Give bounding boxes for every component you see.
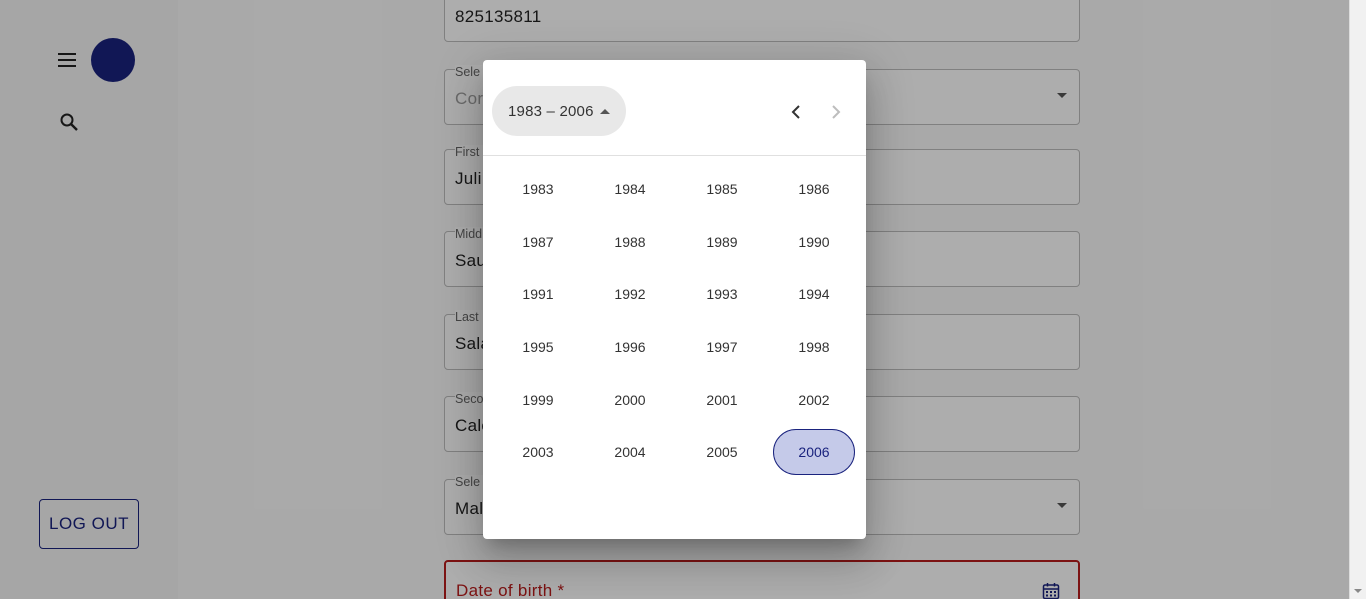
year-label: 1993 — [706, 286, 738, 303]
year-label: 2004 — [614, 444, 646, 461]
year-option-1992[interactable]: 1992 — [584, 268, 676, 321]
caret-up-icon — [599, 108, 610, 114]
year-picker-header: 1983 – 2006 — [483, 60, 866, 156]
year-label: 2000 — [614, 391, 646, 408]
year-label: 1989 — [706, 233, 738, 250]
scroll-down-icon[interactable] — [1354, 589, 1362, 593]
year-option-1994[interactable]: 1994 — [768, 268, 860, 321]
year-option-2002[interactable]: 2002 — [768, 373, 860, 426]
year-option-1997[interactable]: 1997 — [676, 321, 768, 374]
year-label: 1995 — [522, 339, 554, 356]
year-option-1984[interactable]: 1984 — [584, 163, 676, 216]
period-label: 1983 – 2006 — [508, 102, 594, 120]
year-label: 1997 — [706, 339, 738, 356]
year-option-1991[interactable]: 1991 — [492, 268, 584, 321]
year-grid: 1983 1984 1985 1986 1987 1988 1989 1990 1991 1992… — [492, 163, 860, 479]
year-option-1990[interactable]: 1990 — [768, 216, 860, 269]
year-option-1998[interactable]: 1998 — [768, 321, 860, 374]
chevron-right-icon — [832, 105, 841, 119]
year-option-1993[interactable]: 1993 — [676, 268, 768, 321]
year-option-1988[interactable]: 1988 — [584, 216, 676, 269]
year-option-1983[interactable]: 1983 — [492, 163, 584, 216]
year-label: 2006 — [773, 429, 855, 476]
year-option-1986[interactable]: 1986 — [768, 163, 860, 216]
year-option-1985[interactable]: 1985 — [676, 163, 768, 216]
year-label: 1991 — [522, 286, 554, 303]
year-option-1999[interactable]: 1999 — [492, 373, 584, 426]
year-option-1989[interactable]: 1989 — [676, 216, 768, 269]
period-toggle-button[interactable]: 1983 – 2006 — [492, 86, 626, 136]
year-label: 1984 — [614, 181, 646, 198]
year-label: 1994 — [798, 286, 830, 303]
year-option-2006[interactable]: 2006 — [768, 426, 860, 479]
year-label: 2005 — [706, 444, 738, 461]
year-label: 1999 — [522, 391, 554, 408]
year-label: 1990 — [798, 233, 830, 250]
year-label: 1998 — [798, 339, 830, 356]
year-label: 1986 — [798, 181, 830, 198]
year-option-2005[interactable]: 2005 — [676, 426, 768, 479]
next-period-button[interactable] — [816, 92, 856, 132]
year-option-2001[interactable]: 2001 — [676, 373, 768, 426]
year-label: 1985 — [706, 181, 738, 198]
year-label: 2001 — [706, 391, 738, 408]
year-label: 1988 — [614, 233, 646, 250]
year-picker-dialog: 1983 – 2006 1983 1984 1985 1986 1987 1988 1989… — [483, 60, 866, 539]
year-label: 1992 — [614, 286, 646, 303]
year-option-1996[interactable]: 1996 — [584, 321, 676, 374]
year-label: 2003 — [522, 444, 554, 461]
page-scrollbar[interactable] — [1349, 0, 1366, 599]
year-label: 1996 — [614, 339, 646, 356]
year-option-1987[interactable]: 1987 — [492, 216, 584, 269]
year-label: 1983 — [522, 181, 554, 198]
year-label: 2002 — [798, 391, 830, 408]
year-option-2004[interactable]: 2004 — [584, 426, 676, 479]
year-option-1995[interactable]: 1995 — [492, 321, 584, 374]
year-option-2000[interactable]: 2000 — [584, 373, 676, 426]
year-label: 1987 — [522, 233, 554, 250]
chevron-left-icon — [791, 105, 800, 119]
previous-period-button[interactable] — [776, 92, 816, 132]
year-option-2003[interactable]: 2003 — [492, 426, 584, 479]
